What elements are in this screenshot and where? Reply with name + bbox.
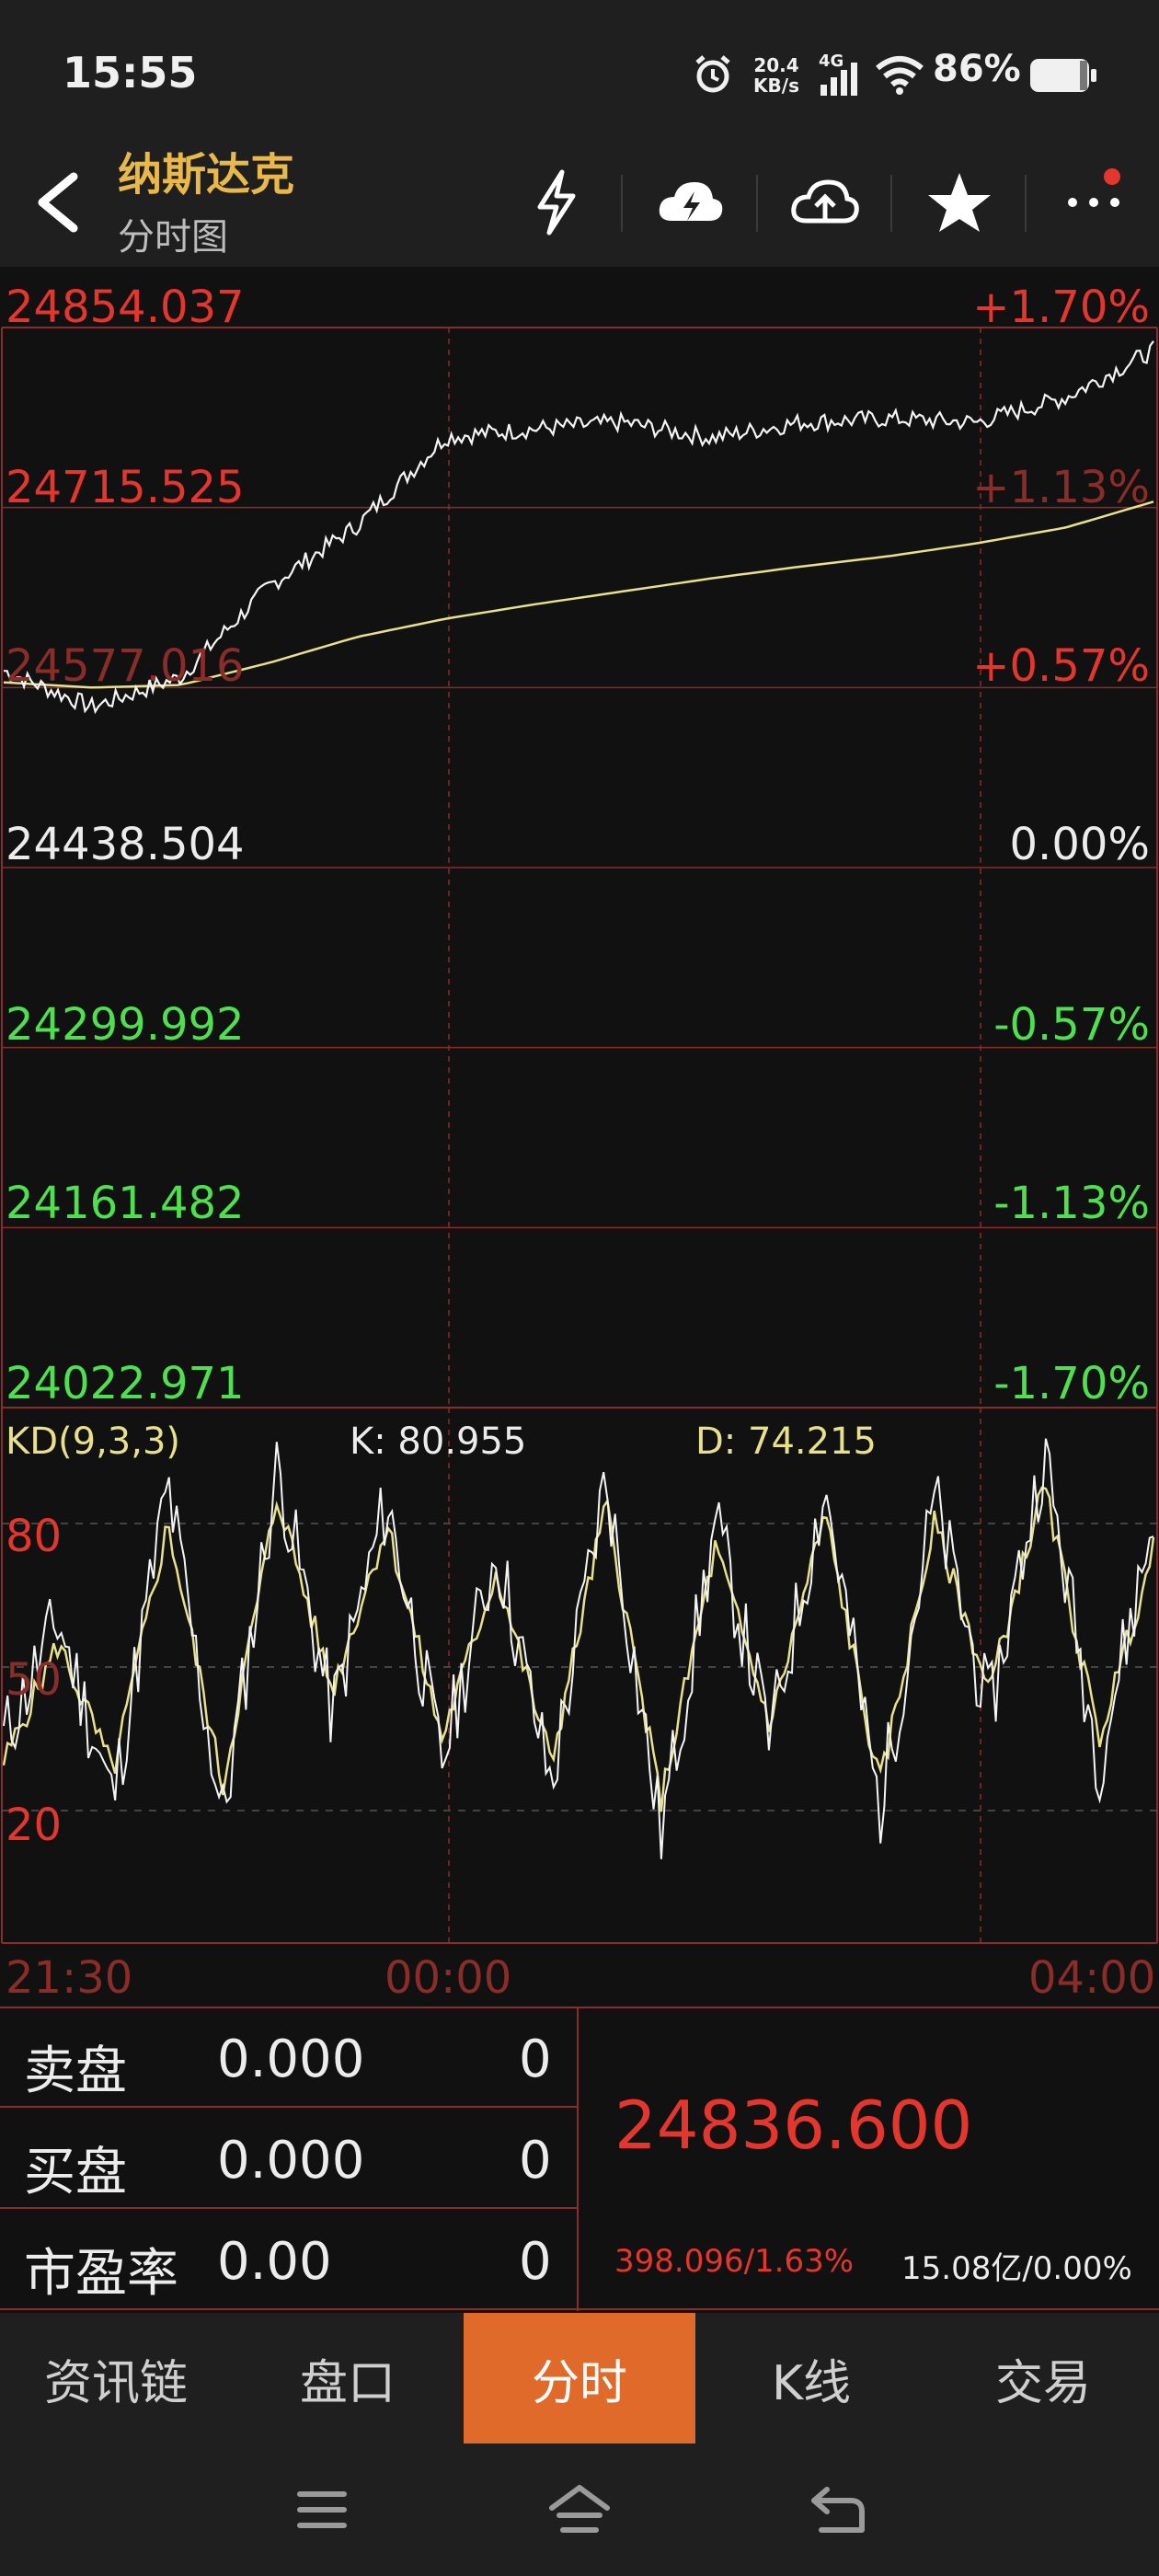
star-icon[interactable] [918,166,1001,239]
network-type: 4G [819,52,844,71]
header-divider [890,175,892,232]
kd-k-value: K: 80.955 [350,1420,527,1463]
status-time: 15:55 [63,48,198,98]
lightning-icon[interactable] [515,166,598,239]
more-dots-icon[interactable] [1052,166,1135,239]
sell-label: 卖盘 [24,2041,127,2101]
kd-level-50: 50 [6,1654,63,1706]
header-divider [756,175,758,232]
kd-d-value: D: 74.215 [695,1420,877,1463]
price-label-4: 24299.992 [6,999,245,1051]
kd-level-20: 20 [6,1800,63,1851]
network-speed-unit: KB/s [753,75,799,97]
time-label-start: 21:30 [6,1952,133,2004]
percent-label-4: -0.57% [993,999,1150,1051]
network-speed: 20.4 KB/s [747,55,806,96]
battery-icon [1028,57,1098,94]
buy-value: 0.000 [217,2131,365,2191]
price-label-3: 24438.504 [6,819,245,870]
sell-value: 0.000 [217,2030,365,2089]
battery-percent: 86% [933,48,1021,90]
alarm-icon [692,53,734,96]
pe-count: 0 [519,2232,552,2292]
price-change: 398.096/1.63% [614,2243,855,2280]
price-label-1: 24715.525 [6,462,245,513]
pe-value: 0.00 [217,2232,332,2292]
price-label-0: 24854.037 [6,282,245,333]
price-label-2: 24577.016 [6,640,245,692]
page-title: 纳斯达克 [118,149,295,201]
price-label-6: 24022.971 [6,1358,245,1409]
tab-news-chain[interactable]: 资讯链 [0,2313,232,2444]
kd-label[interactable]: KD(9,3,3) [6,1420,180,1463]
percent-label-2: +0.57% [972,640,1150,692]
percent-label-5: -1.13% [993,1178,1150,1229]
network-speed-value: 20.4 [753,54,799,76]
time-label-mid: 00:00 [384,1952,512,2004]
menu-icon[interactable] [281,2473,363,2547]
kd-level-80: 80 [6,1511,63,1562]
sell-count: 0 [519,2030,552,2089]
home-icon[interactable] [538,2473,621,2547]
cellular-signal-icon: 4G [817,52,863,99]
pe-label: 市盈率 [24,2244,178,2304]
notification-dot [1104,168,1120,185]
price-label-5: 24161.482 [6,1178,245,1229]
percent-label-1: +1.13% [972,462,1150,513]
tab-trade[interactable]: 交易 [927,2313,1159,2444]
tab-kline[interactable]: K线 [695,2313,927,2444]
cloud-lightning-icon[interactable] [649,166,732,239]
page-subtitle: 分时图 [118,216,228,259]
wifi-icon [874,53,925,96]
buy-count: 0 [519,2131,552,2191]
trade-volume: 15.08亿/0.00% [901,2250,1132,2287]
header-divider [1025,175,1027,232]
header-divider [621,175,623,232]
cloud-upload-icon[interactable] [784,166,866,239]
tab-order-book[interactable]: 盘口 [232,2313,464,2444]
intraday-chart [1,327,1158,1944]
back-nav-icon[interactable] [796,2473,878,2547]
time-label-end: 04:00 [1028,1952,1156,2004]
tab-intraday[interactable]: 分时 [464,2313,695,2444]
back-arrow-icon[interactable] [26,164,90,241]
buy-label: 买盘 [24,2143,127,2202]
percent-label-3: 0.00% [1009,819,1150,870]
current-price: 24836.600 [614,2087,973,2164]
percent-label-6: -1.70% [993,1358,1150,1409]
percent-label-0: +1.70% [972,282,1150,333]
